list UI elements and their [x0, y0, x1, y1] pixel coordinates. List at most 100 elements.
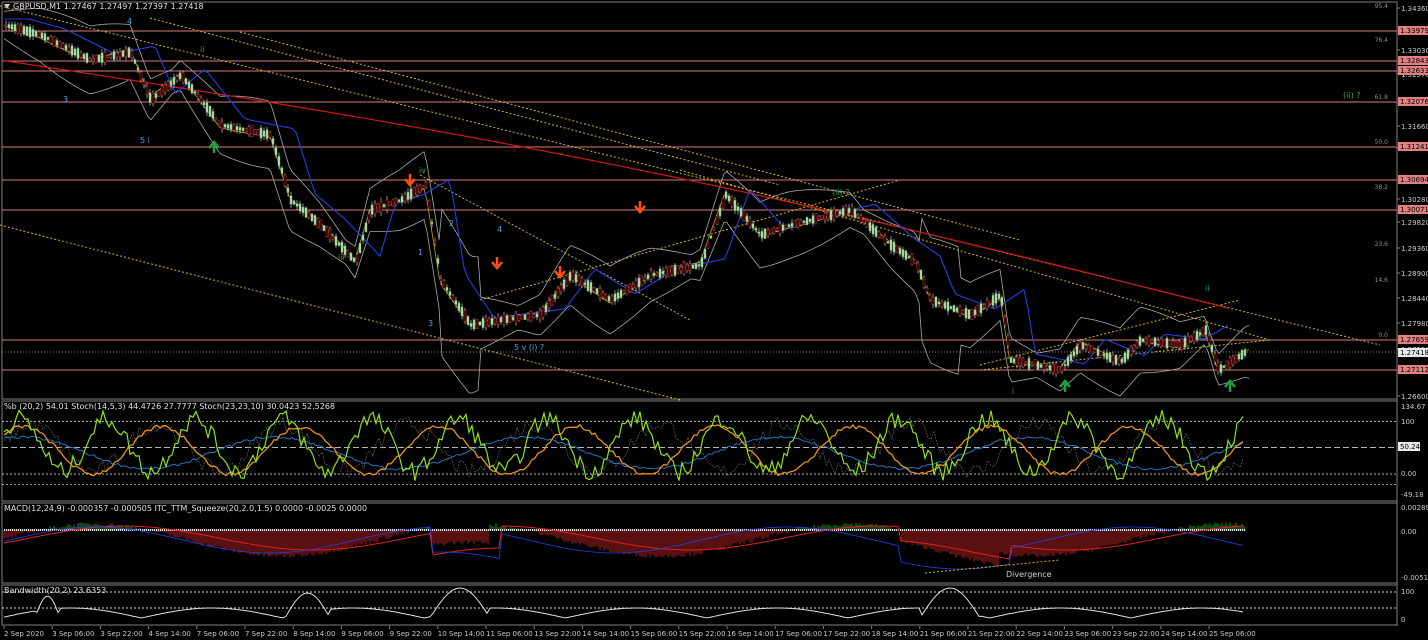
squeeze-dot [604, 529, 606, 531]
candle-body [133, 59, 137, 64]
squeeze-dot [1070, 529, 1072, 531]
squeeze-dot [370, 529, 372, 531]
squeeze-dot [392, 529, 394, 531]
candle-body [316, 217, 320, 228]
squeeze-dot [438, 529, 440, 531]
trading-chart: 43ii5 iiiiiv21435 v (i) ?(ii) ?iii(ii) ?… [0, 1, 1428, 638]
macd-tick-label: 0.002894 [1401, 504, 1428, 512]
squeeze-dot [654, 529, 656, 531]
squeeze-dot [498, 529, 500, 531]
squeeze-dot [328, 529, 330, 531]
squeeze-dot [574, 529, 576, 531]
candle-body [754, 227, 758, 231]
candle-body [751, 223, 755, 229]
squeeze-dot [1028, 529, 1030, 531]
candle-body [883, 235, 887, 244]
candle-body [13, 24, 17, 32]
candle-body [1027, 357, 1031, 370]
candle-body [523, 314, 527, 320]
candle-body [79, 52, 83, 58]
squeeze-dot [466, 529, 468, 531]
squeeze-dot [156, 529, 158, 531]
macd-pane[interactable]: Divergence [3, 522, 1246, 579]
squeeze-dot [672, 529, 674, 531]
squeeze-dot [618, 529, 620, 531]
squeeze-dot [284, 529, 286, 531]
squeeze-dot [908, 529, 910, 531]
squeeze-dot [674, 529, 676, 531]
squeeze-dot [124, 529, 126, 531]
squeeze-dot [590, 529, 592, 531]
squeeze-dot [158, 529, 160, 531]
candle-body [727, 195, 731, 202]
candle-body [472, 319, 476, 330]
candle-body [1186, 335, 1190, 346]
candle-body [1237, 353, 1241, 360]
candle-body [802, 220, 806, 224]
squeeze-dot [888, 529, 890, 531]
squeeze-dot [634, 529, 636, 531]
candle-body [1174, 341, 1178, 348]
squeeze-dot [806, 529, 808, 531]
osc-tick-label: 0.00 [1401, 470, 1417, 478]
squeeze-dot [1034, 529, 1036, 531]
candle-body [616, 292, 620, 300]
squeeze-dot [940, 529, 942, 531]
candle-body [724, 191, 728, 199]
squeeze-dot [1160, 529, 1162, 531]
candle-body [139, 71, 143, 81]
price-pane[interactable]: 43ii5 iiiiiv21435 v (i) ?(ii) ?iii(ii) ? [0, 5, 1397, 401]
candle-body [766, 229, 770, 236]
candle-body [1162, 339, 1166, 347]
candle-body [34, 30, 38, 37]
price-tick-label: 1.28440 [1401, 295, 1428, 303]
bandwidth-pane[interactable] [2, 587, 1397, 619]
squeeze-dot [458, 529, 460, 531]
ohlc-label: 1.27467 1.27497 1.27397 1.27418 [63, 2, 204, 11]
candle-body [559, 284, 563, 293]
squeeze-dot [710, 529, 712, 531]
bollinger-upper [3, 7, 1250, 355]
squeeze-dot [196, 529, 198, 531]
candle-body [124, 48, 128, 58]
candle-body [247, 126, 251, 135]
time-tick-label: 4 Sep 14:00 [149, 630, 191, 638]
oscillator-pane[interactable] [2, 408, 1397, 486]
candle-body [346, 249, 350, 258]
squeeze-dot [1030, 529, 1032, 531]
squeeze-dot [984, 529, 986, 531]
candle-body [502, 314, 506, 326]
squeeze-dot [1086, 529, 1088, 531]
squeeze-dot [582, 529, 584, 531]
time-tick-label: 21 Sep 06:00 [920, 630, 967, 638]
squeeze-dot [314, 529, 316, 531]
squeeze-dot [1150, 529, 1152, 531]
candle-body [322, 225, 326, 232]
candle-body [448, 291, 452, 296]
candle-body [505, 315, 509, 324]
candle-body [565, 274, 569, 286]
candle-body [982, 304, 986, 309]
candle-body [1144, 338, 1148, 344]
squeeze-dot [456, 529, 458, 531]
squeeze-dot [632, 529, 634, 531]
candle-body [508, 315, 512, 323]
squeeze-dot [838, 529, 840, 531]
candle-body [403, 194, 407, 202]
squeeze-dot [890, 529, 892, 531]
squeeze-dot [310, 529, 312, 531]
candle-body [496, 316, 500, 325]
squeeze-dot [998, 529, 1000, 531]
squeeze-dot [418, 529, 420, 531]
squeeze-dot [48, 529, 50, 531]
time-tick-label: 24 Sep 14:00 [1161, 630, 1208, 638]
squeeze-dot [282, 529, 284, 531]
time-tick-label: 9 Sep 06:00 [341, 630, 383, 638]
squeeze-dot [200, 529, 202, 531]
price-tick-label: 1.29360 [1401, 245, 1428, 253]
menu-triangle-icon[interactable] [4, 4, 10, 9]
squeeze-dot [304, 529, 306, 531]
candle-body [820, 215, 824, 220]
osc-tick-label: 134.67 [1401, 403, 1426, 411]
candle-body [619, 289, 623, 298]
